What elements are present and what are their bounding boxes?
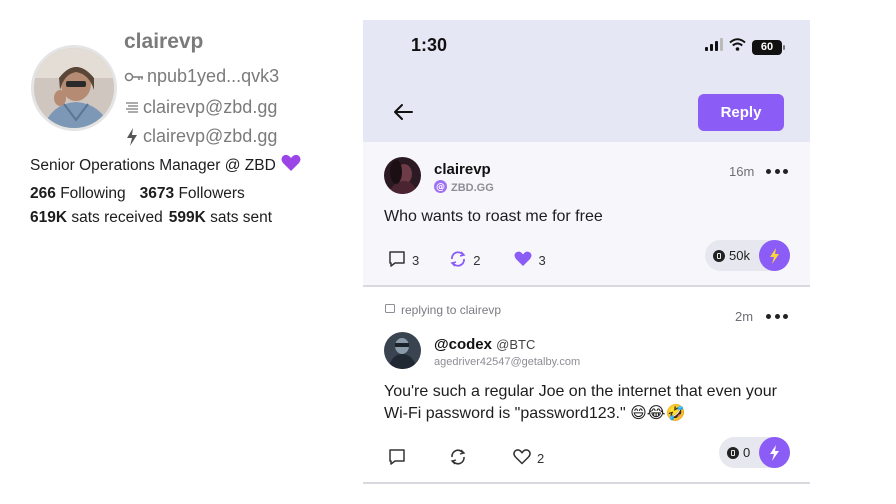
nip05-domain: ZBD.GG bbox=[451, 182, 494, 194]
phone-screen: 1:30 60 Reply clairevp @ ZBD.GG 16m Who … bbox=[363, 20, 810, 484]
key-icon bbox=[124, 68, 144, 86]
author-tag: @BTC bbox=[496, 337, 536, 352]
post-nip05: agedriver42547@getalby.com bbox=[434, 356, 580, 368]
zap-amount: 50k bbox=[713, 248, 750, 263]
lightning-row[interactable]: clairevp@zbd.gg bbox=[124, 126, 277, 147]
nip05-address: agedriver42547@getalby.com bbox=[434, 356, 581, 368]
zap-amount: 0 bbox=[727, 445, 750, 460]
zap-amount-text: 50k bbox=[729, 248, 750, 263]
repost-action[interactable]: 2 bbox=[449, 250, 480, 271]
zap-bolt-icon[interactable] bbox=[759, 240, 790, 271]
post-nip05: @ ZBD.GG bbox=[434, 180, 494, 196]
comment-icon bbox=[388, 448, 406, 469]
more-options-icon[interactable] bbox=[766, 312, 788, 320]
replying-to[interactable]: replying to clairevp bbox=[385, 303, 501, 317]
lightning-icon bbox=[124, 127, 140, 146]
more-options-icon[interactable] bbox=[766, 167, 788, 175]
post-time: 16m bbox=[729, 164, 755, 179]
repost-action[interactable] bbox=[449, 448, 467, 469]
like-action[interactable]: 3 bbox=[514, 251, 546, 270]
zap-bolt-icon[interactable] bbox=[759, 437, 790, 468]
wifi-icon bbox=[729, 38, 746, 56]
zap-amount-text: 0 bbox=[743, 445, 751, 460]
profile-avatar[interactable] bbox=[31, 45, 117, 131]
like-count: 2 bbox=[537, 451, 545, 466]
post-text: Who wants to roast me for free bbox=[384, 208, 603, 225]
following-count[interactable]: 266 bbox=[30, 185, 56, 202]
author-handle: @codex bbox=[434, 336, 492, 353]
npub-text: npub1yed...qvk3 bbox=[147, 66, 280, 86]
post-time: 2m bbox=[735, 309, 754, 324]
profile-card: clairevp npub1yed...qvk3 clairevp@zbd.gg… bbox=[0, 0, 350, 504]
post-actions: 2 bbox=[388, 448, 544, 469]
reply-action[interactable]: 3 bbox=[388, 250, 419, 271]
post-reply[interactable]: replying to clairevp 2m @codex @BTC aged… bbox=[363, 289, 810, 484]
repost-icon bbox=[449, 448, 467, 469]
like-count: 3 bbox=[538, 253, 546, 268]
system-icons: 60 bbox=[705, 38, 785, 56]
reply-button[interactable]: Reply bbox=[698, 94, 784, 131]
post-avatar[interactable] bbox=[384, 332, 421, 369]
reply-indicator-icon bbox=[385, 303, 395, 317]
heart-filled-icon bbox=[514, 251, 532, 270]
repost-count: 2 bbox=[473, 253, 481, 268]
replying-to-text: replying to clairevp bbox=[401, 303, 502, 317]
post-avatar[interactable] bbox=[384, 157, 421, 194]
post-author[interactable]: @codex @BTC bbox=[434, 336, 535, 353]
sats-stats: 619K sats received 599K sats sent bbox=[30, 209, 272, 227]
svg-text:@: @ bbox=[436, 183, 445, 193]
sats-received-label: sats received bbox=[71, 209, 163, 226]
lightning-text: clairevp@zbd.gg bbox=[143, 126, 278, 146]
back-arrow-icon[interactable] bbox=[391, 100, 415, 124]
nip05-text: clairevp@zbd.gg bbox=[143, 97, 278, 117]
status-time: 1:30 bbox=[411, 35, 448, 55]
followers-label[interactable]: Followers bbox=[178, 185, 244, 202]
purple-heart-icon bbox=[281, 154, 301, 177]
signal-icon bbox=[705, 38, 723, 56]
zap-button[interactable]: 50k bbox=[705, 240, 790, 271]
follow-stats: 266 Following 3673 Followers bbox=[30, 185, 245, 203]
reply-count: 3 bbox=[412, 253, 420, 268]
nip05-row[interactable]: clairevp@zbd.gg bbox=[124, 97, 277, 118]
header-bar: 1:30 60 Reply bbox=[363, 20, 810, 142]
profile-bio: Senior Operations Manager @ ZBD bbox=[30, 154, 301, 177]
repost-icon bbox=[449, 250, 467, 271]
sats-sent-count: 599K bbox=[168, 209, 206, 226]
npub-row[interactable]: npub1yed...qvk3 bbox=[124, 66, 279, 87]
comment-icon bbox=[388, 250, 406, 271]
reply-action[interactable] bbox=[388, 448, 406, 469]
sats-coin-icon bbox=[727, 446, 739, 459]
lines-icon bbox=[124, 99, 140, 117]
bio-text: Senior Operations Manager @ ZBD bbox=[30, 156, 276, 174]
sats-received-count: 619K bbox=[30, 209, 68, 226]
sats-sent-label: sats sent bbox=[210, 209, 273, 226]
post-actions: 3 2 3 bbox=[388, 250, 546, 271]
heart-outline-icon bbox=[513, 449, 531, 468]
sats-coin-icon bbox=[713, 249, 725, 262]
post-original[interactable]: clairevp @ ZBD.GG 16m Who wants to roast… bbox=[363, 142, 810, 287]
battery-icon: 60 bbox=[752, 39, 785, 55]
post-text: You're such a regular Joe on the interne… bbox=[384, 383, 777, 422]
like-action[interactable]: 2 bbox=[513, 449, 544, 468]
zbd-badge-icon: @ bbox=[434, 180, 447, 196]
following-label[interactable]: Following bbox=[60, 185, 125, 202]
followers-count[interactable]: 3673 bbox=[140, 185, 174, 202]
zap-button[interactable]: 0 bbox=[719, 437, 790, 468]
post-author[interactable]: clairevp bbox=[434, 161, 491, 178]
profile-username: clairevp bbox=[124, 30, 204, 53]
